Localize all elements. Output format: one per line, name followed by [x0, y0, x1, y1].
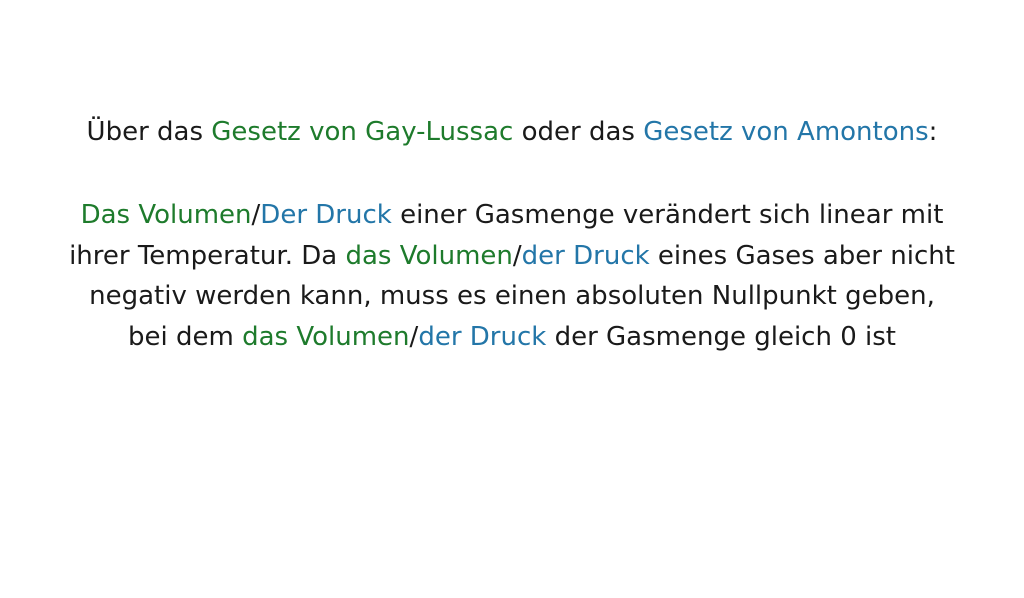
heading-prefix: Über das: [86, 117, 212, 147]
pressure-term: der Druck: [418, 321, 547, 352]
pressure-term: Der Druck: [260, 200, 392, 230]
paragraph-line-4: bei dem das Volumen/der Druck der Gasmen…: [0, 317, 1024, 358]
line-1-rest: einer Gasmenge verändert sich linear mit: [391, 200, 944, 230]
slash-separator: /: [251, 200, 261, 230]
slash-separator: /: [512, 240, 522, 271]
paragraph-line-2: ihrer Temperatur. Da das Volumen/der Dru…: [0, 236, 1024, 277]
amontons-law-term: Gesetz von Amontons: [643, 117, 929, 147]
volume-term: das Volumen: [242, 321, 410, 352]
gay-lussac-law-term: Gesetz von Gay-Lussac: [211, 117, 514, 147]
paragraph-line-3: negativ werden kann, muss es einen absol…: [0, 276, 1024, 317]
explanation-paragraph: Das Volumen/Der Druck einer Gasmenge ver…: [0, 195, 1024, 357]
line-4-start: bei dem: [128, 321, 243, 352]
line-3-text: negativ werden kann, muss es einen absol…: [89, 281, 935, 312]
heading-suffix: :: [928, 117, 938, 147]
line-2-start: ihrer Temperatur. Da: [69, 240, 346, 271]
volume-term: Das Volumen: [80, 200, 252, 230]
slide: Über das Gesetz von Gay-Lussac oder das …: [0, 0, 1024, 598]
heading: Über das Gesetz von Gay-Lussac oder das …: [0, 112, 1024, 152]
volume-term: das Volumen: [345, 240, 513, 271]
line-2-rest: eines Gases aber nicht: [649, 240, 955, 271]
paragraph-line-1: Das Volumen/Der Druck einer Gasmenge ver…: [0, 195, 1024, 236]
slash-separator: /: [409, 321, 419, 352]
pressure-term: der Druck: [521, 240, 650, 271]
heading-middle: oder das: [513, 117, 644, 147]
line-4-rest: der Gasmenge gleich 0 ist: [546, 321, 896, 352]
